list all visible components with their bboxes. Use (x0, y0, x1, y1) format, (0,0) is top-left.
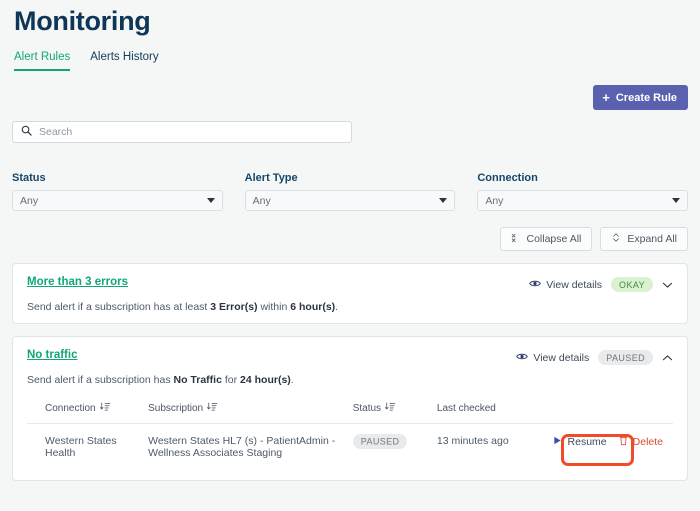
collapse-icon (511, 233, 521, 246)
delete-button[interactable]: Delete (619, 435, 663, 449)
status-badge: PAUSED (352, 433, 408, 449)
column-label-subscription: Subscription (148, 403, 204, 414)
filter-bar: Status Any Alert Type Any Connection Any (12, 172, 689, 211)
monitoring-page: Monitoring Alert Rules Alerts History + … (0, 0, 700, 511)
sort-icon (207, 402, 218, 415)
sort-icon (99, 402, 111, 415)
rule-desc-mid: within (257, 301, 291, 313)
table-row: Western States Health Western States HL7… (27, 424, 673, 471)
filter-alert-type-label: Alert Type (244, 172, 298, 184)
eye-icon (529, 279, 542, 291)
create-rule-row: + Create Rule (12, 85, 688, 110)
rule-name-link[interactable]: No traffic (27, 349, 77, 361)
filter-alert-type-value: Any (252, 194, 271, 207)
search-box[interactable] (12, 121, 352, 143)
subscriptions-table: Connection Subscription Status Last chec… (27, 402, 673, 470)
eye-icon (516, 352, 529, 364)
rule-desc-value-1: No Traffic (173, 374, 222, 386)
chevron-down-icon (672, 198, 681, 203)
play-icon (553, 436, 562, 448)
expand-icon (611, 232, 621, 246)
status-badge: OKAY (611, 277, 653, 292)
view-details-label: View details (546, 278, 603, 291)
rule-description: Send alert if a subscription has at leas… (27, 301, 673, 313)
filter-connection-label: Connection (477, 172, 538, 184)
column-label-connection: Connection (45, 403, 96, 414)
column-header-status[interactable]: Status (352, 402, 437, 424)
card-header: More than 3 errors View details OKAY (27, 276, 673, 292)
table-header-row: Connection Subscription Status Last chec… (27, 402, 673, 424)
cell-status: PAUSED (352, 424, 437, 471)
tab-bar: Alert Rules Alerts History (12, 51, 688, 71)
rule-desc-value-2: 6 hour(s) (290, 301, 336, 313)
rule-desc-pre: Send alert if a subscription has at leas… (27, 301, 211, 313)
filter-status: Status Any (12, 172, 223, 211)
chevron-down-icon[interactable] (662, 281, 673, 289)
resume-label: Resume (567, 436, 607, 448)
status-badge: PAUSED (598, 350, 653, 365)
rule-desc-pre: Send alert if a subscription has (27, 374, 174, 386)
filter-status-value: Any (20, 194, 39, 207)
cell-actions: Resume Delete (553, 424, 673, 471)
plus-icon: + (602, 90, 610, 105)
column-header-connection[interactable]: Connection (27, 402, 149, 424)
filter-connection-select[interactable]: Any (477, 190, 689, 211)
filter-status-select[interactable]: Any (12, 190, 223, 211)
column-header-subscription[interactable]: Subscription (148, 402, 353, 424)
create-rule-label: Create Rule (615, 91, 677, 104)
delete-label: Delete (632, 436, 663, 448)
collapse-all-label: Collapse All (526, 233, 582, 245)
filter-status-label: Status (12, 172, 46, 184)
column-header-actions (552, 402, 673, 424)
column-label-status: Status (352, 403, 382, 414)
rule-desc-post: . (335, 301, 339, 313)
trash-icon (619, 435, 628, 449)
search-icon (21, 123, 32, 141)
chevron-down-icon (439, 198, 448, 203)
expand-all-label: Expand All (627, 233, 677, 245)
rule-description: Send alert if a subscription has No Traf… (27, 374, 673, 386)
card-actions: View details OKAY (529, 276, 673, 292)
card-actions: View details PAUSED (516, 349, 673, 365)
alert-rule-card-no-traffic: No traffic View details PAUSED Send aler… (12, 336, 688, 481)
view-details-button[interactable]: View details (529, 279, 602, 291)
cell-connection: Western States Health (45, 435, 117, 459)
view-details-label: View details (533, 351, 590, 364)
view-details-button[interactable]: View details (516, 352, 589, 364)
cell-subscription: Western States HL7 (s) - PatientAdmin - … (148, 435, 336, 459)
rule-desc-post: . (290, 374, 294, 386)
collapse-all-button[interactable]: Collapse All (499, 227, 593, 251)
chevron-up-icon[interactable] (662, 354, 673, 362)
filter-connection: Connection Any (477, 172, 689, 211)
expand-all-button[interactable]: Expand All (600, 227, 688, 251)
table-body: Western States Health Western States HL7… (27, 424, 673, 471)
search-row (12, 121, 688, 143)
rule-desc-value-1: 3 Error(s) (210, 301, 258, 313)
row-action-group: Resume Delete (553, 435, 667, 449)
tab-alert-rules[interactable]: Alert Rules (14, 51, 71, 71)
sort-icon (385, 402, 396, 415)
page-title: Monitoring (14, 6, 151, 36)
column-label-last-checked: Last checked (436, 403, 496, 414)
filter-connection-value: Any (485, 194, 504, 207)
search-input[interactable] (39, 126, 343, 138)
chevron-down-icon (206, 198, 215, 203)
rule-desc-value-2: 24 hour(s) (240, 374, 291, 386)
resume-button[interactable]: Resume (553, 436, 607, 448)
filter-alert-type-select[interactable]: Any (244, 190, 456, 211)
table-head: Connection Subscription Status Last chec… (27, 402, 673, 424)
cell-last-checked: 13 minutes ago (436, 435, 509, 447)
rule-name-link[interactable]: More than 3 errors (27, 276, 128, 288)
filter-alert-type: Alert Type Any (244, 172, 456, 211)
rule-desc-mid: for (221, 374, 241, 386)
card-header: No traffic View details PAUSED (27, 349, 673, 365)
create-rule-button[interactable]: + Create Rule (593, 85, 688, 110)
tab-alerts-history[interactable]: Alerts History (90, 51, 158, 71)
alert-rule-card-more-than-3-errors: More than 3 errors View details OKAY Sen… (12, 263, 688, 324)
collapse-expand-row: Collapse All Expand All (12, 227, 688, 251)
column-header-last-checked: Last checked (436, 402, 553, 424)
